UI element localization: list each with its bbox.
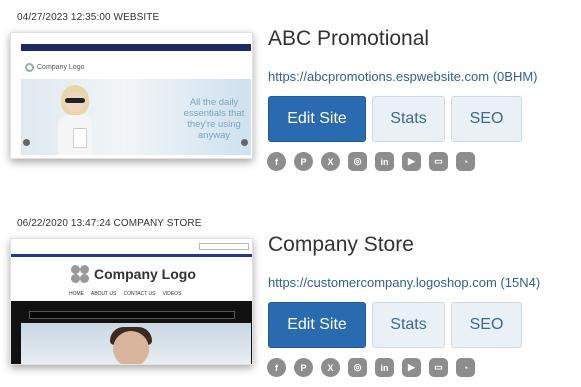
stats-button[interactable]: Stats bbox=[372, 302, 445, 348]
stats-button[interactable]: Stats bbox=[372, 96, 445, 142]
thumbnail-logo-text: Company Logo bbox=[94, 266, 196, 282]
pinterest-icon[interactable]: P bbox=[294, 358, 313, 377]
thumbnail-navbar bbox=[21, 44, 251, 51]
rss-icon[interactable]: ◔ bbox=[456, 152, 475, 171]
pinterest-icon[interactable]: P bbox=[294, 152, 313, 171]
seo-button[interactable]: SEO bbox=[451, 302, 522, 348]
thumbnail-menu: HOME ABOUT US CONTACT US VIDEOS bbox=[69, 291, 181, 297]
facebook-icon[interactable]: f bbox=[267, 152, 286, 171]
seo-button[interactable]: SEO bbox=[451, 96, 522, 142]
site-thumbnail[interactable]: Company Logo All the daily essentials th… bbox=[10, 32, 253, 159]
site-meta: 06/22/2020 13:47:24 COMPANY STORE bbox=[17, 218, 202, 229]
social-links: f P X ◎ in ▶ ▭ ◔ bbox=[267, 358, 475, 377]
blogger-icon[interactable]: ▭ bbox=[429, 358, 448, 377]
thumbnail-menu-item: CONTACT US bbox=[123, 291, 156, 297]
thumbnail-logo: Company Logo bbox=[71, 265, 196, 283]
thumbnail-hero-face bbox=[113, 331, 149, 364]
edit-site-button[interactable]: Edit Site bbox=[268, 96, 366, 142]
thumbnail-tagline: All the daily essentials that they're us… bbox=[183, 97, 245, 141]
thumbnail-menu-item: HOME bbox=[69, 291, 84, 297]
instagram-icon[interactable]: ◎ bbox=[348, 358, 367, 377]
thumbnail-language-select bbox=[199, 243, 249, 250]
youtube-icon[interactable]: ▶ bbox=[402, 358, 421, 377]
logo-mark-icon bbox=[71, 265, 89, 283]
thumbnail-cup bbox=[73, 128, 87, 148]
blogger-icon[interactable]: ▭ bbox=[429, 152, 448, 171]
thumbnail-menu-item: VIDEOS bbox=[162, 291, 182, 297]
edit-site-button[interactable]: Edit Site bbox=[268, 302, 366, 348]
instagram-icon[interactable]: ◎ bbox=[348, 152, 367, 171]
carousel-next-icon bbox=[241, 139, 248, 146]
carousel-prev-icon bbox=[23, 139, 30, 146]
x-icon[interactable]: X bbox=[321, 358, 340, 377]
thumbnail-search-bar bbox=[29, 311, 235, 319]
site-url-link[interactable]: https://abcpromotions.espwebsite.com (0B… bbox=[268, 69, 538, 84]
site-url-link[interactable]: https://customercompany.logoshop.com (15… bbox=[268, 275, 540, 290]
logo-mark-icon bbox=[25, 63, 34, 72]
youtube-icon[interactable]: ▶ bbox=[402, 152, 421, 171]
site-meta: 04/27/2023 12:35:00 WEBSITE bbox=[17, 12, 160, 23]
social-links: f P X ◎ in ▶ ▭ ◔ bbox=[267, 152, 475, 171]
thumbnail-logo-text: Company Logo bbox=[37, 64, 85, 71]
thumbnail-menu-item: ABOUT US bbox=[91, 291, 117, 297]
site-thumbnail[interactable]: Company Logo HOME ABOUT US CONTACT US VI… bbox=[10, 238, 253, 365]
site-title: ABC Promotional bbox=[268, 27, 430, 50]
x-icon[interactable]: X bbox=[321, 152, 340, 171]
rss-icon[interactable]: ◔ bbox=[456, 358, 475, 377]
thumbnail-navbar bbox=[11, 254, 252, 257]
site-title: Company Store bbox=[268, 233, 414, 256]
linkedin-icon[interactable]: in bbox=[375, 152, 394, 171]
facebook-icon[interactable]: f bbox=[267, 358, 286, 377]
linkedin-icon[interactable]: in bbox=[375, 358, 394, 377]
thumbnail-logo: Company Logo bbox=[25, 63, 84, 72]
thumbnail-topbar bbox=[11, 33, 252, 42]
